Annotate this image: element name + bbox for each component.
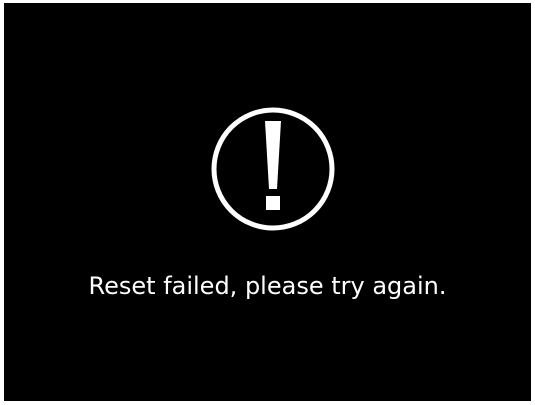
exclamation-circle-icon	[211, 107, 335, 231]
error-screen: Reset failed, please try again.	[4, 3, 531, 401]
error-message: Reset failed, please try again.	[88, 272, 447, 300]
